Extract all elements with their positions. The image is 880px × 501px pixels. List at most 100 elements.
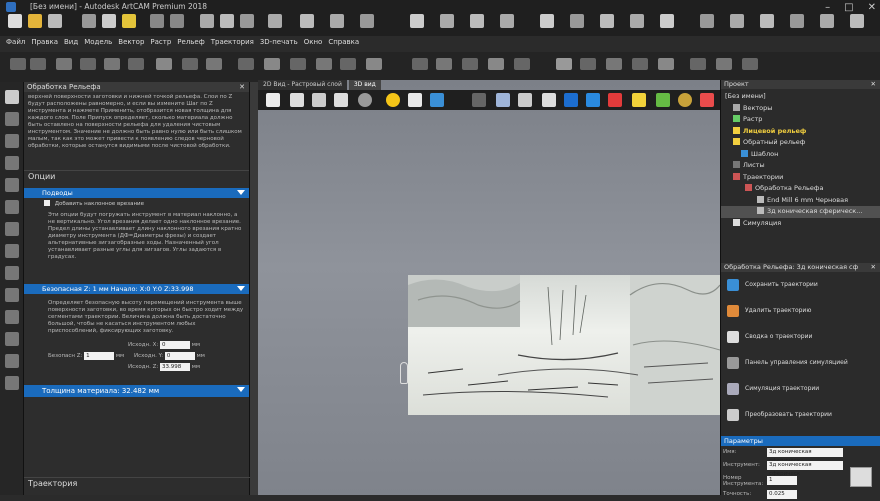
tree-sheets[interactable]: Листы (721, 160, 880, 172)
tree-toolpaths[interactable]: Траектории (721, 172, 880, 184)
toolbar-icon-20[interactable] (790, 14, 804, 28)
toolbar-icon-22[interactable] (850, 14, 864, 28)
approach-header[interactable]: Подводы (24, 188, 249, 198)
star-icon[interactable] (5, 266, 19, 280)
relief-tool-5[interactable] (104, 58, 120, 70)
relief-tool-11[interactable] (264, 58, 280, 70)
relief-tool-17[interactable] (436, 58, 452, 70)
copy-icon[interactable] (102, 14, 116, 28)
light-bulb-icon[interactable] (386, 93, 400, 107)
ramp-checkbox[interactable] (44, 200, 50, 206)
cut-icon[interactable] (82, 14, 96, 28)
eraser-icon[interactable] (5, 354, 19, 368)
tab-3d-view[interactable]: 3D вид (348, 80, 381, 90)
tree-bitmap[interactable]: Растр (721, 114, 880, 126)
relief-tool-12[interactable] (290, 58, 306, 70)
relief-star-icon[interactable] (564, 93, 578, 107)
sculpt-icon[interactable] (5, 332, 19, 346)
panel-scrollbar[interactable] (250, 82, 258, 495)
relief-tool-15[interactable] (366, 58, 382, 70)
toolbar-icon-12[interactable] (540, 14, 554, 28)
tree-relief-machining[interactable]: Обработка Рельефа (721, 183, 880, 195)
render-icon[interactable] (678, 93, 692, 107)
relief-tool-9[interactable] (206, 58, 222, 70)
toolbar-icon-16[interactable] (660, 14, 674, 28)
home-z-input[interactable]: 33.998 (160, 362, 191, 371)
rectangle-icon[interactable] (5, 222, 19, 236)
simulation-control-action[interactable]: Панель управления симуляцией (721, 350, 880, 376)
toolbar-icon-4[interactable] (268, 14, 282, 28)
open-folder-icon[interactable] (28, 14, 42, 28)
relief-tool-24[interactable] (632, 58, 648, 70)
axis-icon[interactable] (430, 93, 444, 107)
color-palette-icon[interactable] (656, 93, 670, 107)
toolbar-icon-14[interactable] (600, 14, 614, 28)
toolbar-icon-11[interactable] (500, 14, 514, 28)
relief-tool-8[interactable] (182, 58, 198, 70)
relief-tool-14[interactable] (340, 58, 356, 70)
tree-front-relief[interactable]: Лицевой рельеф (721, 126, 880, 138)
view-cube-right-icon[interactable] (334, 93, 348, 107)
relief-tool-2[interactable] (30, 58, 46, 70)
toolbar-icon-17[interactable] (700, 14, 714, 28)
new-file-icon[interactable] (8, 14, 22, 28)
relief-tool-22[interactable] (580, 58, 596, 70)
view-cube-top-icon[interactable] (290, 93, 304, 107)
relief-tool-4[interactable] (80, 58, 96, 70)
safe-z-header[interactable]: Безопасная Z: 1 мм Начало: X:0 Y:0 Z:33.… (24, 284, 249, 294)
save-icon[interactable] (48, 14, 62, 28)
toolpath-summary-action[interactable]: Сводка о траектории (721, 324, 880, 350)
home-x-input[interactable]: 0 (160, 340, 191, 349)
toolbar-icon-5[interactable] (300, 14, 314, 28)
panel-close-icon[interactable]: ✕ (871, 80, 876, 89)
relief-tool-21[interactable] (556, 58, 572, 70)
menu-bitmap[interactable]: Растр (150, 38, 171, 52)
panel-close-icon[interactable]: ✕ (871, 263, 876, 272)
transform-toolpath-action[interactable]: Преобразовать траектории (721, 402, 880, 428)
menu-relief[interactable]: Рельеф (177, 38, 204, 52)
toolbar-icon-9[interactable] (440, 14, 454, 28)
toolbar-icon-7[interactable] (360, 14, 374, 28)
toolbar-icon-6[interactable] (330, 14, 344, 28)
menu-file[interactable]: Файл (6, 38, 25, 52)
maximize-button[interactable]: □ (844, 2, 853, 13)
menu-model[interactable]: Модель (84, 38, 112, 52)
toolbar-icon-13[interactable] (570, 14, 584, 28)
tree-vectors[interactable]: Векторы (721, 103, 880, 115)
relief-tool-20[interactable] (514, 58, 530, 70)
toolbar-icon-10[interactable] (470, 14, 484, 28)
thickness-header[interactable]: Толщина материала: 32.482 мм (24, 385, 249, 397)
relief-tool-3[interactable] (56, 58, 72, 70)
toolbar-icon-19[interactable] (760, 14, 774, 28)
toolbar-icon-2[interactable] (220, 14, 234, 28)
relief-blue-icon[interactable] (586, 93, 600, 107)
layer-icon[interactable] (408, 93, 422, 107)
tool-number-input[interactable]: 1 (767, 476, 797, 485)
tool-icon[interactable] (472, 93, 486, 107)
view-cube-front-icon[interactable] (312, 93, 326, 107)
polygon-icon[interactable] (5, 288, 19, 302)
select-arrow-icon[interactable] (5, 90, 19, 104)
undo-icon[interactable] (150, 14, 164, 28)
toolbar-icon-21[interactable] (820, 14, 834, 28)
minimize-button[interactable]: – (825, 2, 830, 13)
relief-tool-18[interactable] (462, 58, 478, 70)
close-button[interactable]: ✕ (868, 2, 876, 13)
menu-view[interactable]: Вид (64, 38, 78, 52)
menu-toolpath[interactable]: Траектория (211, 38, 254, 52)
safe-z-input[interactable]: 1 (84, 351, 115, 360)
zoom-icon[interactable] (358, 93, 372, 107)
collapse-icon[interactable] (237, 190, 245, 195)
delete-toolpath-action[interactable]: Удалить траекторию (721, 298, 880, 324)
relief-tool-13[interactable] (316, 58, 332, 70)
tree-end-mill[interactable]: End Mill 6 mm Черновая (721, 195, 880, 207)
toolbar-icon-18[interactable] (730, 14, 744, 28)
material-icon[interactable] (518, 93, 532, 107)
simulate-toolpath-action[interactable]: Симуляция траектории (721, 376, 880, 402)
tree-template[interactable]: Шаблон (721, 149, 880, 161)
paste-icon[interactable] (122, 14, 136, 28)
redo-icon[interactable] (170, 14, 184, 28)
relief-tool-25[interactable] (658, 58, 674, 70)
relief-yellow-icon[interactable] (632, 93, 646, 107)
toolbar-icon-1[interactable] (200, 14, 214, 28)
